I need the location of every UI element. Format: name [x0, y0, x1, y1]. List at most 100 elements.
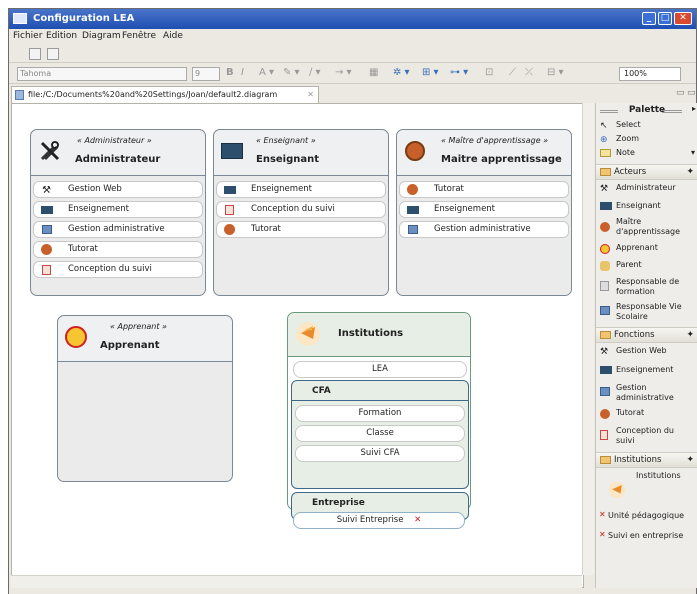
enseignant-actor-box[interactable]: « Enseignant » Enseignant Enseignement C… [213, 129, 389, 296]
report-icon [42, 265, 51, 275]
blackboard-icon [221, 143, 243, 159]
folder-icon [600, 168, 611, 176]
diagram-canvas[interactable]: « Administrateur » Administrateur ⚒ Gest… [11, 103, 584, 588]
menu-diagram[interactable]: Diagram [82, 31, 121, 41]
box-title: Maitre apprentissage [441, 154, 562, 165]
font-size-select[interactable]: 9 [192, 67, 220, 81]
print-icon[interactable] [47, 48, 59, 60]
magnifier-icon: ⊕ [600, 135, 608, 145]
function-item-conception-du-suivi[interactable]: Conception du suivi [216, 201, 386, 218]
chevron-down-icon[interactable]: ▾ [691, 148, 695, 157]
administrateur-actor-box[interactable]: « Administrateur » Administrateur ⚒ Gest… [30, 129, 206, 296]
pin-icon[interactable]: ✦ [686, 165, 694, 179]
blackboard-icon [600, 366, 612, 374]
menu-fenetre[interactable]: Fenêtre [122, 31, 156, 41]
function-item-enseignement[interactable]: Enseignement [216, 181, 386, 198]
institutions-container[interactable]: Institutions LEA CFA Formation Classe Su… [287, 312, 471, 520]
format-toolbar: Tahoma 9 B I A ▾ ✎ ▾ ∕ ▾ → ▾ ▦ ✲ ▾ ⊞ ▾ ⊶… [9, 64, 696, 84]
entreprise-title: Entreprise [312, 498, 365, 508]
tab-label: file:/C:/Documents%20and%20Settings/Joan… [28, 90, 278, 99]
italic-icon[interactable]: I [241, 67, 244, 78]
delete-connector-icon[interactable]: ⤫ [525, 67, 533, 78]
fill-color-icon[interactable]: ✎ ▾ [283, 67, 300, 78]
pin-icon[interactable]: ✦ [686, 328, 694, 342]
close-button[interactable]: ✕ [674, 12, 692, 25]
zoom-select[interactable]: 100% [619, 67, 681, 81]
palette-collapse-icon[interactable]: ▸ [692, 104, 696, 113]
function-item-gestion-administrative[interactable]: Gestion administrative [399, 221, 569, 238]
horizontal-scrollbar[interactable] [11, 575, 582, 588]
function-item-gestion-administrative[interactable]: Gestion administrative [33, 221, 203, 238]
bold-icon[interactable]: B [226, 67, 234, 78]
blackboard-icon [41, 206, 53, 214]
arrange-icon[interactable]: ✲ ▾ [393, 67, 410, 78]
route-icon[interactable]: ⊶ ▾ [450, 67, 468, 78]
connector-icon[interactable]: ⟋ [509, 67, 516, 78]
menu-edition[interactable]: Edition [46, 31, 77, 41]
menu-fichier[interactable]: Fichier [13, 31, 42, 41]
tab-close-icon[interactable]: ✕ [307, 87, 314, 102]
function-item-conception-du-suivi[interactable]: Conception du suivi [33, 261, 203, 278]
maitre-apprentissage-actor-box[interactable]: « Maître d'apprentissage » Maitre appren… [396, 129, 572, 296]
function-item-tutorat[interactable]: Tutorat [33, 241, 203, 258]
title-bar[interactable]: Configuration LEA _ □ ✕ [9, 9, 696, 29]
cfa-item-formation[interactable]: Formation [295, 405, 465, 422]
palette-item-maitre[interactable]: Maître d'apprentissage [596, 217, 697, 239]
palette-item-responsable-formation[interactable]: Responsable de formation [596, 277, 697, 299]
function-item-tutorat[interactable]: Tutorat [216, 221, 386, 238]
entreprise-item-suivi-entreprise[interactable]: Suivi Entreprise ✕ [293, 512, 465, 529]
box-title: Administrateur [75, 154, 161, 165]
palette-item-responsable-vie-scolaire[interactable]: Responsable Vie Scolaire [596, 302, 697, 324]
function-item-enseignement[interactable]: Enseignement [33, 201, 203, 218]
institution-item-lea[interactable]: LEA [293, 361, 467, 378]
blackboard-icon [224, 186, 236, 194]
minimize-editor-icon[interactable]: ▭ [676, 88, 685, 98]
palette-panel: Palette ▸ ↖ Select ⊕ Zoom Note ▾ Acteurs… [595, 103, 697, 588]
status-bar [9, 589, 696, 594]
cfa-item-suivi-cfa[interactable]: Suivi CFA [295, 445, 465, 462]
save-icon[interactable] [29, 48, 41, 60]
function-item-tutorat[interactable]: Tutorat [399, 181, 569, 198]
zoom-fit-icon[interactable]: ⊡ [485, 67, 493, 78]
palette-drawer-institutions[interactable]: Institutions ✦ [596, 452, 697, 468]
app-icon [13, 13, 27, 24]
maximize-button[interactable]: □ [658, 12, 672, 25]
function-item-enseignement[interactable]: Enseignement [399, 201, 569, 218]
cfa-item-classe[interactable]: Classe [295, 425, 465, 442]
font-color-icon[interactable]: A ▾ [259, 67, 274, 78]
pin-icon[interactable]: ✦ [686, 453, 694, 467]
stereotype-label: « Maître d'apprentissage » [441, 136, 549, 145]
align-icon[interactable]: ⊞ ▾ [422, 67, 439, 78]
palette-drawer-acteurs[interactable]: Acteurs ✦ [596, 164, 697, 180]
stereotype-label: « Apprenant » [110, 322, 167, 331]
document-icon [42, 225, 52, 234]
tutor-icon [224, 224, 235, 235]
box-header: « Administrateur » Administrateur [31, 130, 205, 176]
stereotype-label: « Administrateur » [77, 136, 152, 145]
line-color-icon[interactable]: ∕ ▾ [309, 67, 321, 78]
layout-icon[interactable]: ⊟ ▾ [547, 67, 564, 78]
stereotype-label: « Enseignant » [256, 136, 316, 145]
palette-drawer-fonctions[interactable]: Fonctions ✦ [596, 327, 697, 343]
menu-aide[interactable]: Aide [163, 31, 183, 41]
delete-x-icon: ✕ [599, 510, 606, 519]
vertical-scrollbar[interactable] [582, 103, 594, 575]
report-icon [600, 430, 608, 440]
tutor-icon [407, 184, 418, 195]
select-all-icon[interactable]: ▦ [369, 67, 378, 78]
tab-default2-diagram[interactable]: file:/C:/Documents%20and%20Settings/Joan… [11, 86, 319, 103]
palette-item-conception-du-suivi[interactable]: Conception du suivi [596, 426, 697, 448]
delete-x-icon[interactable]: ✕ [414, 515, 421, 525]
palette-item-gestion-administrative[interactable]: Gestion administrative [596, 383, 697, 405]
maximize-editor-icon[interactable]: ▭ [687, 88, 696, 98]
blackboard-icon [407, 206, 419, 214]
cfa-compartment[interactable]: CFA Formation Classe Suivi CFA [291, 380, 469, 489]
minimize-button[interactable]: _ [642, 12, 656, 25]
cfa-title: CFA [312, 386, 331, 396]
function-item-gestion-web[interactable]: ⚒ Gestion Web [33, 181, 203, 198]
line-style-icon[interactable]: → ▾ [335, 67, 352, 78]
palette-item-institutions[interactable]: Institutions [596, 471, 697, 503]
note-icon [600, 149, 611, 157]
apprenant-actor-box[interactable]: « Apprenant » Apprenant [57, 315, 233, 482]
font-family-select[interactable]: Tahoma [17, 67, 187, 81]
